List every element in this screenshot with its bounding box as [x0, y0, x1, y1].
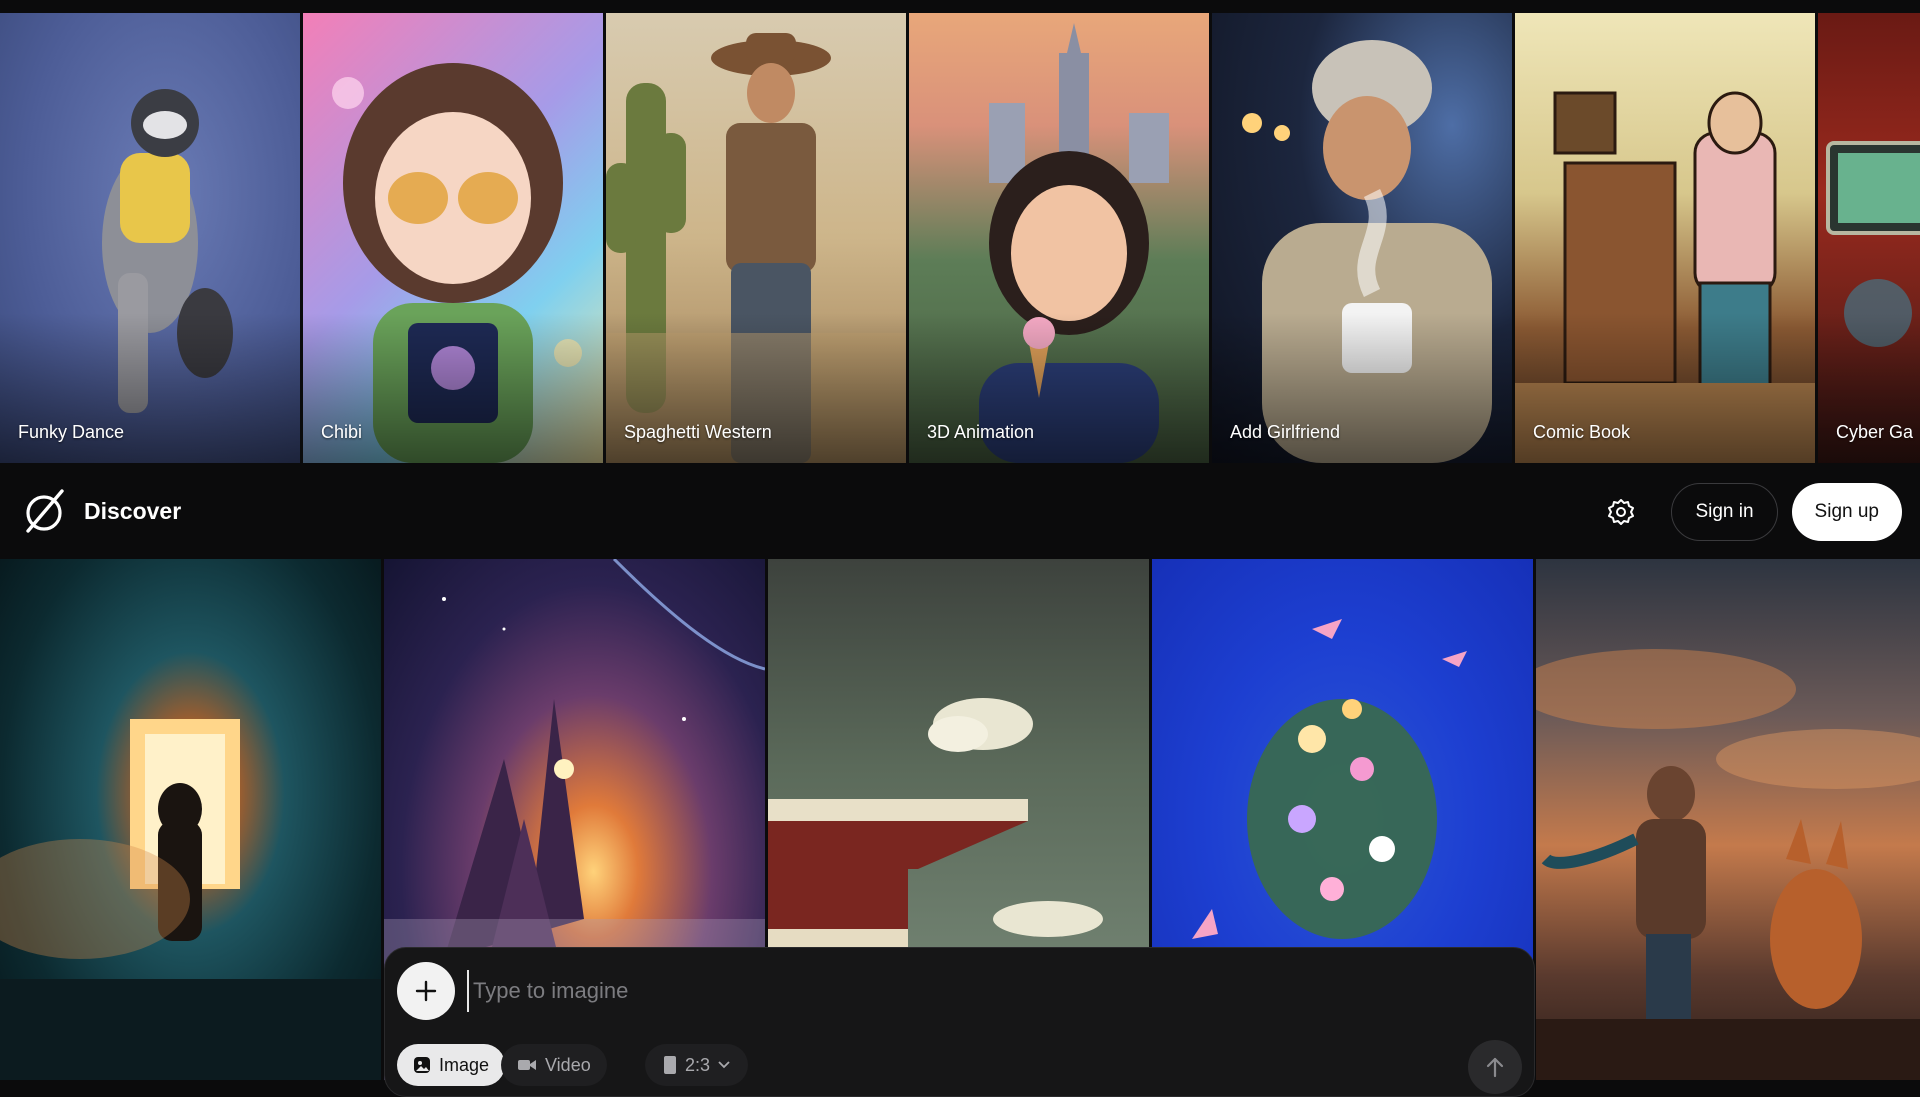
mode-label: Video [545, 1054, 591, 1075]
aspect-ratio-icon [664, 1056, 676, 1074]
style-card-comic-book[interactable]: Comic Book [1515, 13, 1815, 463]
settings-button[interactable] [1597, 488, 1645, 536]
submit-button[interactable] [1468, 1040, 1522, 1094]
style-card-cyber-ga[interactable]: Cyber Ga [1818, 13, 1920, 463]
style-card-add-girlfriend[interactable]: Add Girlfriend [1212, 13, 1512, 463]
aspect-ratio-value: 2:3 [685, 1054, 711, 1075]
header-actions: Sign in Sign up [1597, 483, 1902, 541]
style-card-label: Add Girlfriend [1230, 422, 1341, 442]
mode-label: Image [439, 1054, 490, 1075]
top-strip [0, 0, 1920, 13]
chevron-down-icon [718, 1061, 730, 1069]
gallery-image [1536, 649, 1920, 1080]
style-card-spaghetti-western[interactable]: Spaghetti Western [606, 13, 906, 463]
gallery-item[interactable] [0, 559, 381, 1080]
sign-up-button[interactable]: Sign up [1791, 483, 1902, 541]
add-attachment-button[interactable] [397, 962, 455, 1020]
style-card-label: Cyber Ga [1836, 422, 1914, 442]
gallery-image [0, 719, 381, 1080]
header-bar: Discover Sign in Sign up [0, 463, 1920, 558]
style-card-label: Funky Dance [18, 422, 125, 442]
prompt-input[interactable] [467, 970, 1427, 1012]
slashed-circle-logo-icon [20, 487, 68, 535]
style-card-label: Spaghetti Western [624, 422, 772, 442]
style-card-3d-animation[interactable]: 3D Animation [909, 13, 1209, 463]
plus-icon [415, 980, 437, 1002]
style-card-label: Chibi [321, 422, 363, 442]
style-card-label: 3D Animation [927, 422, 1035, 442]
style-cards-row: Funky Dance Chibi Spaghetti Western 3D A… [0, 13, 1920, 463]
gallery-item[interactable] [1536, 559, 1920, 1080]
gear-icon [1608, 499, 1635, 525]
image-icon [414, 1057, 430, 1073]
prompt-composer: Image Video 2:3 [384, 947, 1535, 1097]
style-card-chibi[interactable]: Chibi [303, 13, 603, 463]
brand[interactable]: Discover [20, 487, 181, 535]
style-card-funky-dance[interactable]: Funky Dance [0, 13, 300, 463]
arrow-up-icon [1486, 1057, 1504, 1078]
sign-in-button[interactable]: Sign in [1671, 483, 1778, 541]
video-camera-icon [518, 1060, 536, 1070]
style-card-label: Comic Book [1533, 422, 1631, 442]
page-title: Discover [84, 497, 182, 524]
